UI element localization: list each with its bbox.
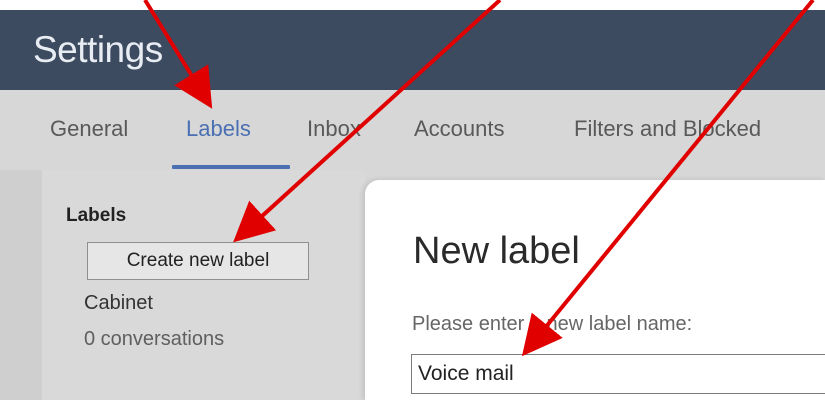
tab-general[interactable]: General bbox=[50, 117, 128, 141]
labels-panel: Labels Create new label Cabinet 0 conver… bbox=[42, 170, 365, 400]
tab-inbox[interactable]: Inbox bbox=[307, 117, 361, 141]
top-white-strip bbox=[0, 0, 825, 10]
settings-header: Settings bbox=[0, 10, 825, 90]
tab-labels[interactable]: Labels bbox=[186, 117, 251, 141]
label-item-count: 0 conversations bbox=[84, 328, 225, 350]
labels-heading: Labels bbox=[66, 205, 127, 226]
tab-accounts[interactable]: Accounts bbox=[414, 117, 505, 141]
label-item-name[interactable]: Cabinet bbox=[84, 292, 153, 315]
settings-page: Settings General Labels Inbox Accounts F… bbox=[0, 0, 825, 400]
new-label-dialog: New label Please enter a new label name: bbox=[365, 180, 825, 400]
new-label-name-input[interactable] bbox=[411, 354, 825, 394]
settings-tabs: General Labels Inbox Accounts Filters an… bbox=[0, 90, 825, 170]
dialog-prompt: Please enter a new label name: bbox=[412, 313, 693, 335]
tab-filters-and-blocked[interactable]: Filters and Blocked bbox=[574, 117, 761, 141]
active-tab-underline bbox=[172, 165, 290, 169]
create-new-label-button[interactable]: Create new label bbox=[87, 242, 309, 280]
page-title: Settings bbox=[33, 29, 163, 70]
left-side-strip bbox=[0, 170, 42, 400]
dialog-title: New label bbox=[413, 230, 580, 272]
